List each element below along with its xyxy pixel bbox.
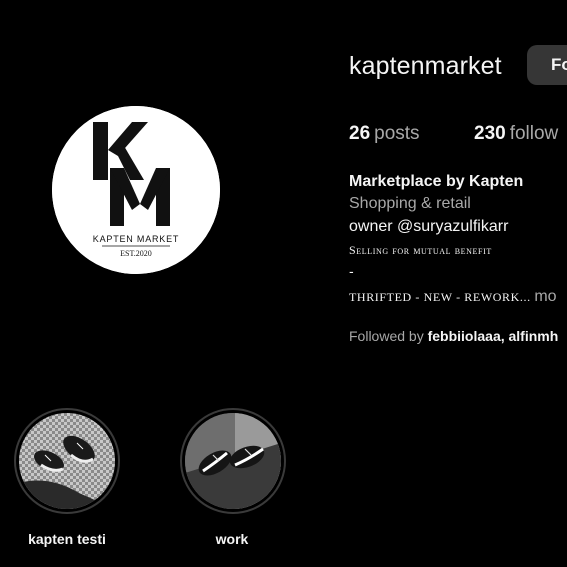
highlight-label: kapten testi (28, 531, 106, 547)
stat-followers[interactable]: 230 follow (474, 123, 558, 145)
profile-username: kaptenmarket (349, 52, 502, 80)
highlight-image (19, 413, 115, 509)
followed-by-names: febbiiolaaa, alfinmh (427, 328, 559, 344)
bio-dash: - (349, 263, 354, 279)
follow-button[interactable]: Fo (527, 45, 567, 85)
highlight-kapten-testi[interactable] (14, 408, 120, 514)
followers-label: follow (509, 123, 559, 144)
followed-by[interactable]: Followed by febbiiolaaa, alfinmh (349, 328, 558, 344)
bio-line3-text: thrifted - new - rework... (349, 290, 531, 304)
bio-owner[interactable]: owner @suryazulfikarr (349, 218, 508, 236)
followers-count: 230 (474, 123, 506, 144)
followed-by-prefix: Followed by (349, 328, 424, 344)
posts-count: 26 (349, 123, 371, 144)
logo-text: KAPTEN MARKET (93, 234, 179, 244)
logo-est: EST.2020 (120, 249, 152, 258)
bio-category: Shopping & retail (349, 195, 471, 212)
stat-posts[interactable]: 26 posts (349, 123, 420, 145)
bio-name: Marketplace by Kapten (349, 173, 524, 190)
bio-selling: Selling for mutual benefit (349, 243, 492, 257)
bio-more-link[interactable]: mo (534, 288, 556, 305)
profile-avatar[interactable]: KAPTEN MARKET EST.2020 (52, 106, 220, 274)
highlight-work[interactable] (180, 408, 286, 514)
kapten-market-logo: KAPTEN MARKET EST.2020 (52, 106, 220, 274)
bio-line3: thrifted - new - rework... mo (349, 288, 557, 306)
highlight-label: work (215, 531, 249, 547)
highlight-image (185, 413, 281, 509)
posts-label: posts (374, 123, 420, 144)
